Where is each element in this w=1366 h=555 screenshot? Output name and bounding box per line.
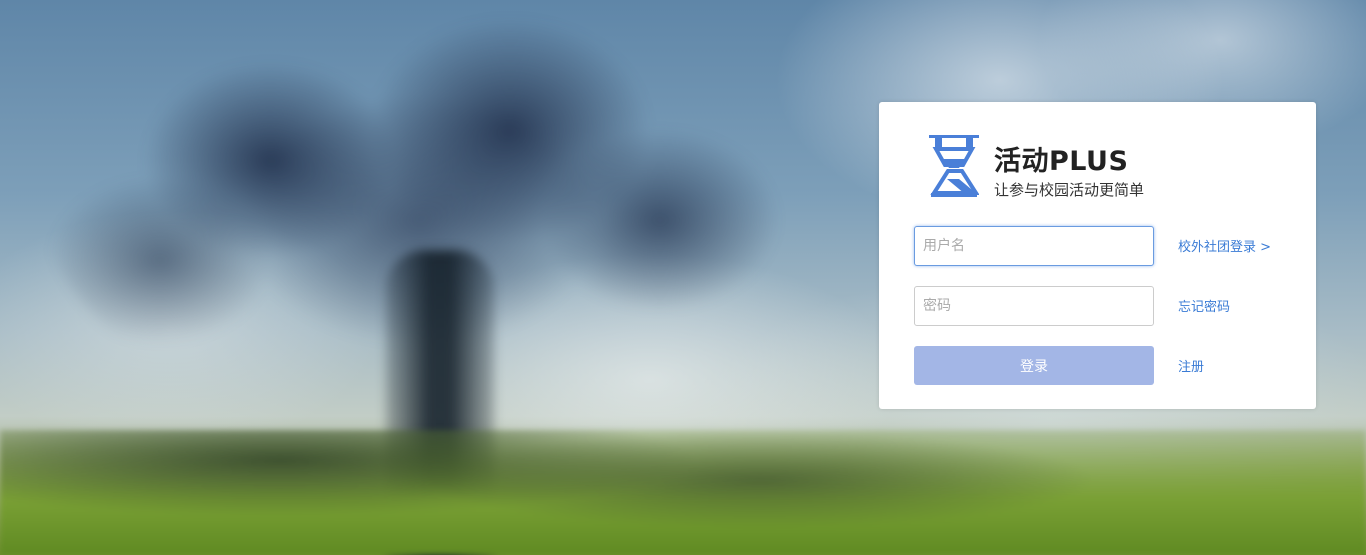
- app-slogan: 让参与校园活动更简单: [994, 181, 1145, 199]
- login-button[interactable]: 登录: [914, 346, 1154, 385]
- login-card: 活动PLUS 让参与校园活动更简单 登录 校外社团登录 > 忘记密码 注册: [879, 102, 1316, 409]
- register-link[interactable]: 注册: [1178, 356, 1204, 375]
- username-input[interactable]: [914, 226, 1154, 266]
- forgot-password-link[interactable]: 忘记密码: [1178, 296, 1230, 315]
- background-meadow: [0, 430, 1366, 555]
- password-input[interactable]: [914, 286, 1154, 326]
- hourglass-logo-icon: [929, 135, 979, 197]
- outside-club-login-link[interactable]: 校外社团登录 >: [1178, 236, 1271, 255]
- app-title: 活动PLUS: [994, 146, 1129, 177]
